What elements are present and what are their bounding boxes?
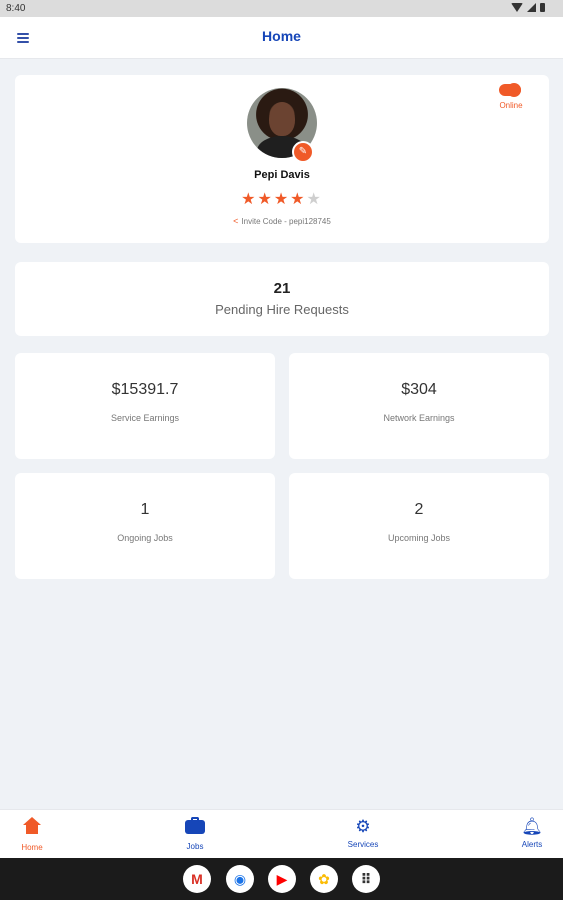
stat-value: $15391.7 — [111, 381, 179, 398]
wifi-icon — [511, 3, 523, 12]
invite-code-text[interactable]: Invite Code - pepi128745 — [241, 217, 330, 226]
star-icon: ★ — [257, 191, 274, 208]
nav-item-services[interactable]: ⚙ Services — [333, 817, 393, 849]
pending-requests-card[interactable]: 21 Pending Hire Requests — [15, 262, 549, 336]
invite-code: < Invite Code - pepi128745 — [15, 216, 549, 226]
status-time: 8:40 — [6, 3, 26, 14]
stat-label: Upcoming Jobs — [387, 533, 451, 543]
signal-icon — [527, 3, 536, 12]
status-bar: 8:40 — [0, 0, 563, 17]
bell-icon: 🔔︎ — [521, 817, 543, 836]
home-icon — [2, 817, 62, 840]
network-earnings-card[interactable]: $304 Network Earnings — [289, 353, 549, 459]
rating-stars: ★★★★★ — [15, 189, 549, 209]
nav-item-alerts[interactable]: 🔔︎ Alerts — [502, 817, 562, 849]
briefcase-icon — [165, 817, 225, 839]
online-toggle[interactable] — [499, 83, 521, 97]
nav-label: Home — [21, 843, 43, 852]
online-label: Online — [499, 101, 523, 110]
upcoming-jobs-card[interactable]: 2 Upcoming Jobs — [289, 473, 549, 579]
profile-card: ✎ Pepi Davis ★★★★★ < Invite Code - pepi12… — [15, 75, 549, 243]
gmail-icon[interactable]: M — [183, 865, 211, 893]
system-dock: M ◉ ▶ ✿ ⠿ — [0, 858, 563, 900]
nav-label: Alerts — [521, 840, 543, 849]
stat-value: $304 — [401, 381, 437, 398]
status-icons — [511, 3, 545, 12]
bottom-nav: Home Jobs ⚙ Services 🔔︎ Alerts — [0, 809, 563, 858]
youtube-icon[interactable]: ▶ — [268, 865, 296, 893]
app-bar: Home — [0, 17, 563, 59]
star-icon: ★ — [273, 191, 291, 208]
photos-icon[interactable]: ✿ — [310, 865, 338, 893]
stat-label: Ongoing Jobs — [117, 533, 173, 543]
stat-value: 2 — [414, 501, 424, 518]
battery-icon — [540, 3, 545, 12]
stat-label: Service Earnings — [110, 413, 180, 423]
gear-icon: ⚙ — [355, 817, 371, 836]
star-icon: ★ — [241, 191, 258, 208]
service-earnings-card[interactable]: $15391.7 Service Earnings — [15, 353, 275, 459]
star-empty-icon: ★ — [306, 191, 323, 208]
ongoing-jobs-card[interactable]: 1 Ongoing Jobs — [15, 473, 275, 579]
nav-label: Services — [347, 840, 379, 849]
chrome-icon[interactable]: ◉ — [226, 865, 254, 893]
apps-grid-icon[interactable]: ⠿ — [352, 865, 380, 893]
stat-label: Network Earnings — [383, 413, 455, 423]
nav-label: Jobs — [186, 842, 204, 851]
nav-item-home[interactable]: Home — [2, 817, 62, 852]
stat-value: 1 — [140, 501, 150, 518]
page-title: Home — [262, 28, 301, 44]
pending-label: Pending Hire Requests — [215, 302, 349, 317]
edit-pencil-icon[interactable]: ✎ — [292, 141, 314, 163]
share-icon[interactable]: < — [233, 216, 238, 226]
profile-name: Pepi Davis — [254, 169, 310, 181]
nav-item-jobs[interactable]: Jobs — [165, 817, 225, 851]
star-icon: ★ — [290, 191, 307, 208]
pending-count: 21 — [273, 280, 291, 297]
